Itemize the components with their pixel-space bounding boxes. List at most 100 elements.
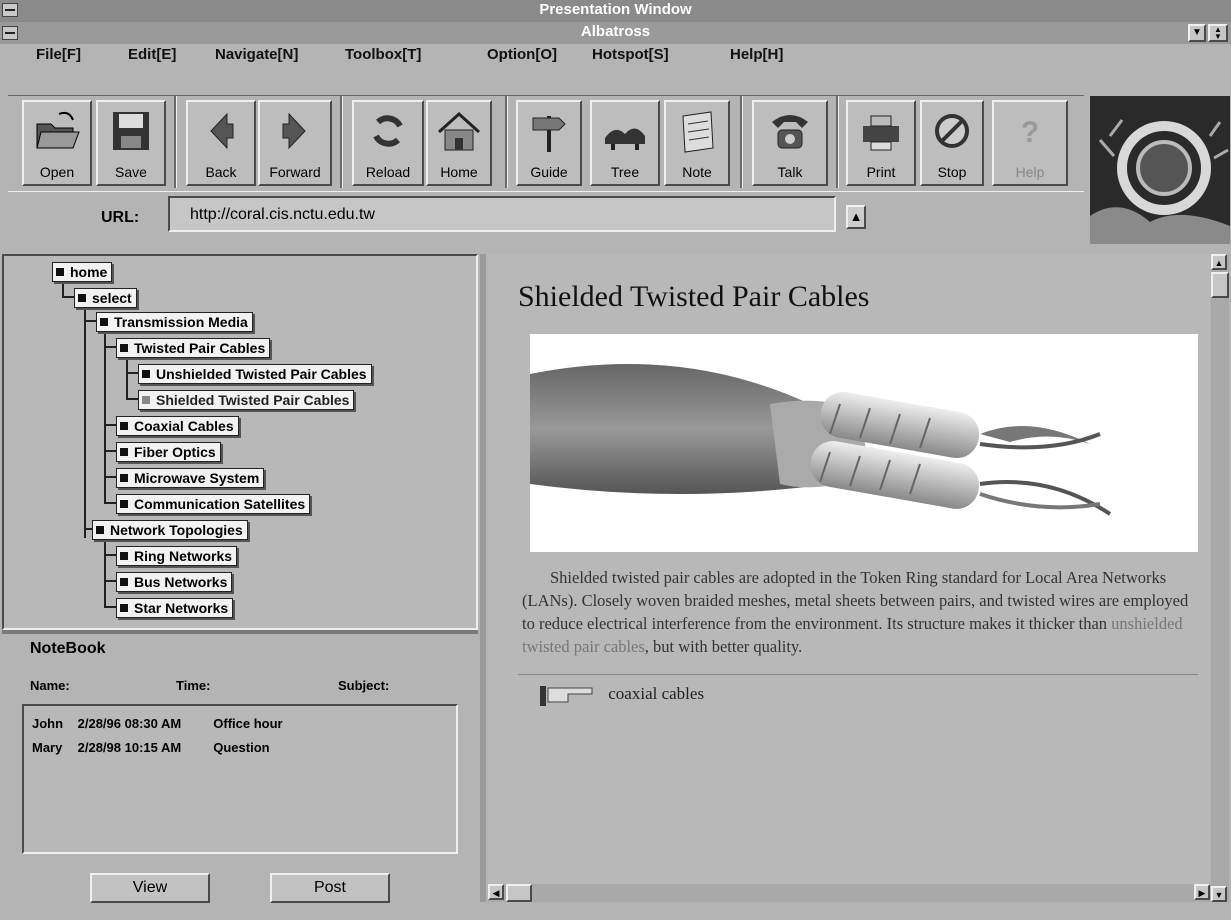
home-button[interactable]: Home [426, 100, 492, 186]
albatross-titlebar[interactable]: Albatross [0, 22, 1231, 44]
toolbar-separator [174, 96, 177, 188]
note-subject: Office hour [213, 716, 283, 731]
view-button[interactable]: View [90, 873, 210, 903]
panel-splitter-horizontal[interactable] [2, 630, 478, 634]
stop-button[interactable]: Stop [920, 100, 984, 186]
panel-splitter-vertical[interactable] [480, 254, 486, 902]
presentation-window-titlebar[interactable]: Presentation Window [0, 0, 1231, 22]
house-icon [437, 111, 481, 151]
tree-connector [104, 538, 106, 608]
menu-edit[interactable]: Edit[E] [128, 46, 176, 63]
guide-button[interactable]: Guide [516, 100, 582, 186]
node-bullet-icon [120, 422, 128, 430]
tree-node-twisted-pair[interactable]: Twisted Pair Cables [116, 338, 271, 358]
node-bullet-icon [120, 604, 128, 612]
toolbar-separator [740, 96, 743, 188]
node-bullet-icon [142, 396, 150, 404]
menu-hotspot[interactable]: Hotspot[S] [592, 46, 669, 63]
inner-system-menu-icon[interactable] [2, 26, 18, 40]
tree-node-select[interactable]: select [74, 288, 137, 308]
open-button[interactable]: Open [22, 100, 92, 186]
note-time: 2/28/96 08:30 AM [77, 716, 182, 731]
tree-node-home[interactable]: home [52, 262, 113, 282]
reload-button[interactable]: Reload [352, 100, 424, 186]
outer-system-menu-icon[interactable] [2, 3, 18, 17]
list-item[interactable]: John 2/28/96 08:30 AM Office hour [32, 716, 283, 731]
notebook-header-name: Name: [30, 678, 70, 693]
content-divider [518, 674, 1198, 675]
navigation-tree-panel: home select Transmission Media Twisted P… [2, 254, 478, 630]
menu-navigate[interactable]: Navigate[N] [215, 46, 298, 63]
floppy-disk-icon [113, 112, 149, 150]
menu-help[interactable]: Help[H] [730, 46, 783, 63]
horizontal-scrollbar[interactable]: ◀ ▶ [488, 884, 1210, 902]
tree-node-label: Shielded Twisted Pair Cables [156, 392, 350, 408]
open-label: Open [39, 164, 75, 180]
scroll-right-icon[interactable]: ▶ [1194, 884, 1210, 900]
url-dropdown-button[interactable]: ▲ [846, 205, 866, 229]
scroll-thumb-horizontal[interactable] [506, 884, 532, 902]
tree-button[interactable]: Tree [590, 100, 660, 186]
next-topic-link[interactable]: coaxial cables [538, 682, 704, 708]
restore-icon[interactable]: ▲ ▼ [1208, 24, 1228, 42]
url-input[interactable]: http://coral.cis.nctu.edu.tw [168, 196, 836, 232]
tree-node-ring[interactable]: Ring Networks [116, 546, 238, 566]
notebook-header-subject: Subject: [338, 678, 390, 693]
toolbar-separator [836, 96, 839, 188]
tree-node-label: home [70, 264, 108, 280]
tree-node-unshielded[interactable]: Unshielded Twisted Pair Cables [138, 364, 372, 384]
print-button[interactable]: Print [846, 100, 916, 186]
tree-node-fiber[interactable]: Fiber Optics [116, 442, 221, 462]
cable-photo [530, 334, 1198, 552]
notebook-list[interactable]: John 2/28/96 08:30 AM Office hour Mary 2… [22, 704, 458, 854]
talk-button[interactable]: Talk [752, 100, 828, 186]
tree-node-label: Fiber Optics [134, 444, 216, 460]
tree-node-transmission-media[interactable]: Transmission Media [96, 312, 253, 332]
menu-toolbox[interactable]: Toolbox[T] [345, 46, 421, 63]
tree-node-shielded[interactable]: Shielded Twisted Pair Cables [138, 390, 355, 410]
paragraph-text-before: Shielded twisted pair cables are adopted… [522, 568, 1189, 633]
note-author: Mary [32, 740, 63, 755]
scroll-left-icon[interactable]: ◀ [488, 884, 504, 900]
scroll-down-icon[interactable]: ▼ [1211, 886, 1227, 902]
printer-icon [863, 115, 899, 151]
node-bullet-icon [142, 370, 150, 378]
tree-node-coaxial[interactable]: Coaxial Cables [116, 416, 239, 436]
notebook-header-time: Time: [176, 678, 211, 693]
stop-icon [935, 114, 969, 148]
forward-button[interactable]: Forward [258, 100, 332, 186]
scroll-thumb[interactable] [1211, 272, 1229, 298]
body-paragraph: Shielded twisted pair cables are adopted… [522, 566, 1194, 658]
print-label: Print [866, 164, 896, 180]
back-arrow-icon [210, 112, 234, 150]
node-bullet-icon [100, 318, 108, 326]
post-button[interactable]: Post [270, 873, 390, 903]
tree-node-microwave[interactable]: Microwave System [116, 468, 265, 488]
tree-node-satellites[interactable]: Communication Satellites [116, 494, 311, 514]
back-button[interactable]: Back [186, 100, 256, 186]
forward-arrow-icon [282, 112, 306, 150]
tree-node-label: Coaxial Cables [134, 418, 234, 434]
note-time: 2/28/98 10:15 AM [77, 740, 182, 755]
help-button[interactable]: ? Help [992, 100, 1068, 186]
tree-node-network-topologies[interactable]: Network Topologies [92, 520, 248, 540]
tree-node-bus[interactable]: Bus Networks [116, 572, 233, 592]
vertical-scrollbar[interactable]: ▲ ▼ [1211, 254, 1229, 902]
note-subject: Question [213, 740, 270, 755]
presentation-window-title: Presentation Window [539, 1, 692, 18]
minimize-icon[interactable]: ▼ [1188, 24, 1206, 42]
list-item[interactable]: Mary 2/28/98 10:15 AM Question [32, 740, 270, 755]
scroll-up-icon[interactable]: ▲ [1211, 254, 1227, 270]
note-label: Note [682, 164, 712, 180]
note-author: John [32, 716, 64, 731]
tree-node-label: select [92, 290, 132, 306]
tree-label: Tree [610, 164, 640, 180]
tree-node-label: Bus Networks [134, 574, 228, 590]
note-button[interactable]: Note [664, 100, 730, 186]
save-button[interactable]: Save [96, 100, 166, 186]
menu-file[interactable]: File[F] [36, 46, 81, 63]
node-bullet-icon [78, 294, 86, 302]
menu-option[interactable]: Option[O] [487, 46, 557, 63]
node-bullet-icon [120, 500, 128, 508]
tree-node-star[interactable]: Star Networks [116, 598, 234, 618]
